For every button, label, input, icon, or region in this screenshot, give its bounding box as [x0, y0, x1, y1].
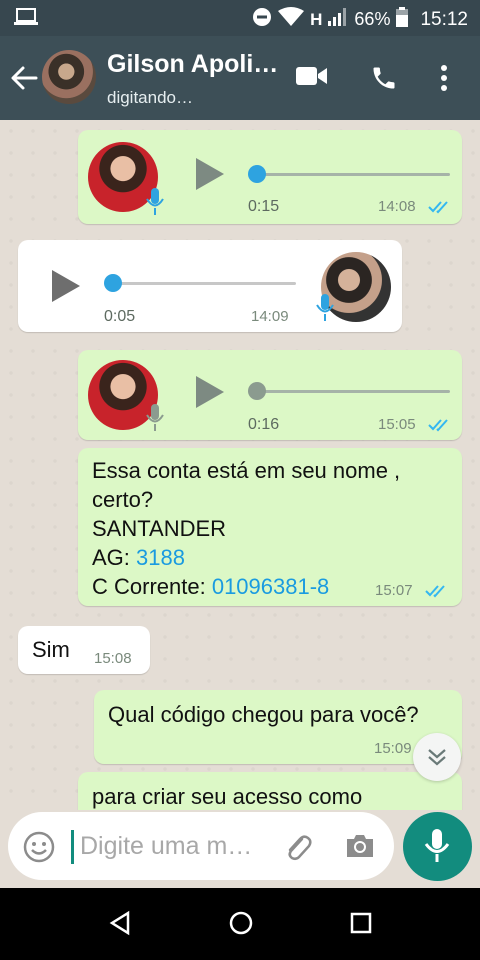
- voice-message-outgoing[interactable]: 0:16 15:05: [78, 350, 462, 440]
- back-arrow-icon[interactable]: [10, 64, 38, 97]
- mic-icon: [146, 188, 164, 221]
- camera-icon[interactable]: [344, 832, 376, 865]
- message-text: Sim: [32, 637, 70, 662]
- message-time: 15:09: [374, 740, 412, 757]
- message-placeholder: Digite uma m…: [80, 832, 253, 860]
- message-time: 15:07: [375, 582, 413, 599]
- laptop-icon: [14, 8, 38, 31]
- read-ticks-icon: [428, 418, 452, 437]
- text-message-outgoing[interactable]: para criar seu acesso como: [78, 772, 462, 810]
- audio-seek-knob[interactable]: [104, 274, 122, 292]
- audio-duration: 0:05: [104, 308, 136, 325]
- nav-home-icon[interactable]: [228, 910, 254, 941]
- more-vert-icon[interactable]: [440, 64, 448, 97]
- play-icon[interactable]: [196, 376, 224, 408]
- nav-back-icon[interactable]: [108, 910, 132, 941]
- chat-header: Gilson Apoli… digitando…: [0, 36, 480, 120]
- status-bar: H 66% 15:12: [0, 0, 480, 36]
- nav-recents-icon[interactable]: [350, 912, 372, 939]
- scroll-down-button[interactable]: [413, 733, 461, 781]
- message-time: 14:08: [378, 198, 416, 215]
- message-text: para criar seu acesso como: [92, 784, 363, 809]
- audio-progress-track[interactable]: [106, 282, 296, 285]
- link-number[interactable]: 3188: [136, 545, 185, 570]
- status-time: 15:12: [420, 8, 468, 30]
- voice-message-incoming[interactable]: 0:05 14:09: [18, 240, 402, 332]
- message-text: Essa conta está em seu nome , certo? SAN…: [92, 458, 401, 599]
- battery-icon: [396, 7, 409, 32]
- wifi-icon: [278, 7, 305, 32]
- message-time: 15:05: [378, 416, 416, 433]
- record-voice-button[interactable]: [403, 812, 472, 881]
- contact-avatar[interactable]: [42, 50, 96, 104]
- text-message-outgoing[interactable]: Essa conta está em seu nome , certo? SAN…: [78, 448, 462, 606]
- read-ticks-icon: [428, 200, 452, 219]
- contact-status: digitando…: [107, 88, 194, 107]
- play-icon[interactable]: [196, 158, 224, 190]
- contact-name[interactable]: Gilson Apoli…: [107, 50, 278, 79]
- voice-message-outgoing[interactable]: 0:15 14:08: [78, 130, 462, 224]
- network-type: H: [310, 9, 323, 29]
- mic-icon: [146, 404, 164, 437]
- audio-duration: 0:15: [248, 198, 280, 215]
- message-time: 15:08: [94, 650, 132, 667]
- audio-seek-knob[interactable]: [248, 382, 266, 400]
- signal-icon: [328, 7, 348, 32]
- message-text: Qual código chegou para você?: [108, 702, 419, 727]
- mic-icon: [424, 829, 450, 862]
- text-message-incoming[interactable]: Sim 15:08: [18, 626, 150, 674]
- phone-icon[interactable]: [370, 64, 398, 97]
- text-message-outgoing[interactable]: Qual código chegou para você? 15:09: [94, 690, 462, 764]
- play-icon[interactable]: [52, 270, 80, 302]
- battery-percent: 66%: [354, 9, 391, 29]
- composer-bar: Digite uma m…: [0, 810, 480, 888]
- audio-progress-track[interactable]: [250, 173, 450, 176]
- video-call-icon[interactable]: [296, 64, 328, 93]
- double-chevron-down-icon: [426, 747, 448, 772]
- attach-icon[interactable]: [280, 830, 314, 869]
- audio-duration: 0:16: [248, 416, 280, 433]
- message-input[interactable]: Digite uma m…: [8, 812, 394, 880]
- message-time: 14:09: [251, 308, 289, 325]
- link-number[interactable]: 01096381-8: [212, 574, 329, 599]
- chat-area[interactable]: 0:15 14:08 0:05 14:09 0:16 15:05 Essa co…: [0, 120, 480, 810]
- audio-progress-track[interactable]: [250, 390, 450, 393]
- text-caret: [71, 830, 74, 864]
- dnd-icon: [252, 7, 272, 32]
- emoji-icon[interactable]: [22, 830, 56, 869]
- mic-icon: [316, 294, 334, 327]
- system-nav-bar: [0, 888, 480, 960]
- audio-seek-knob[interactable]: [248, 165, 266, 183]
- read-ticks-icon: [425, 584, 449, 603]
